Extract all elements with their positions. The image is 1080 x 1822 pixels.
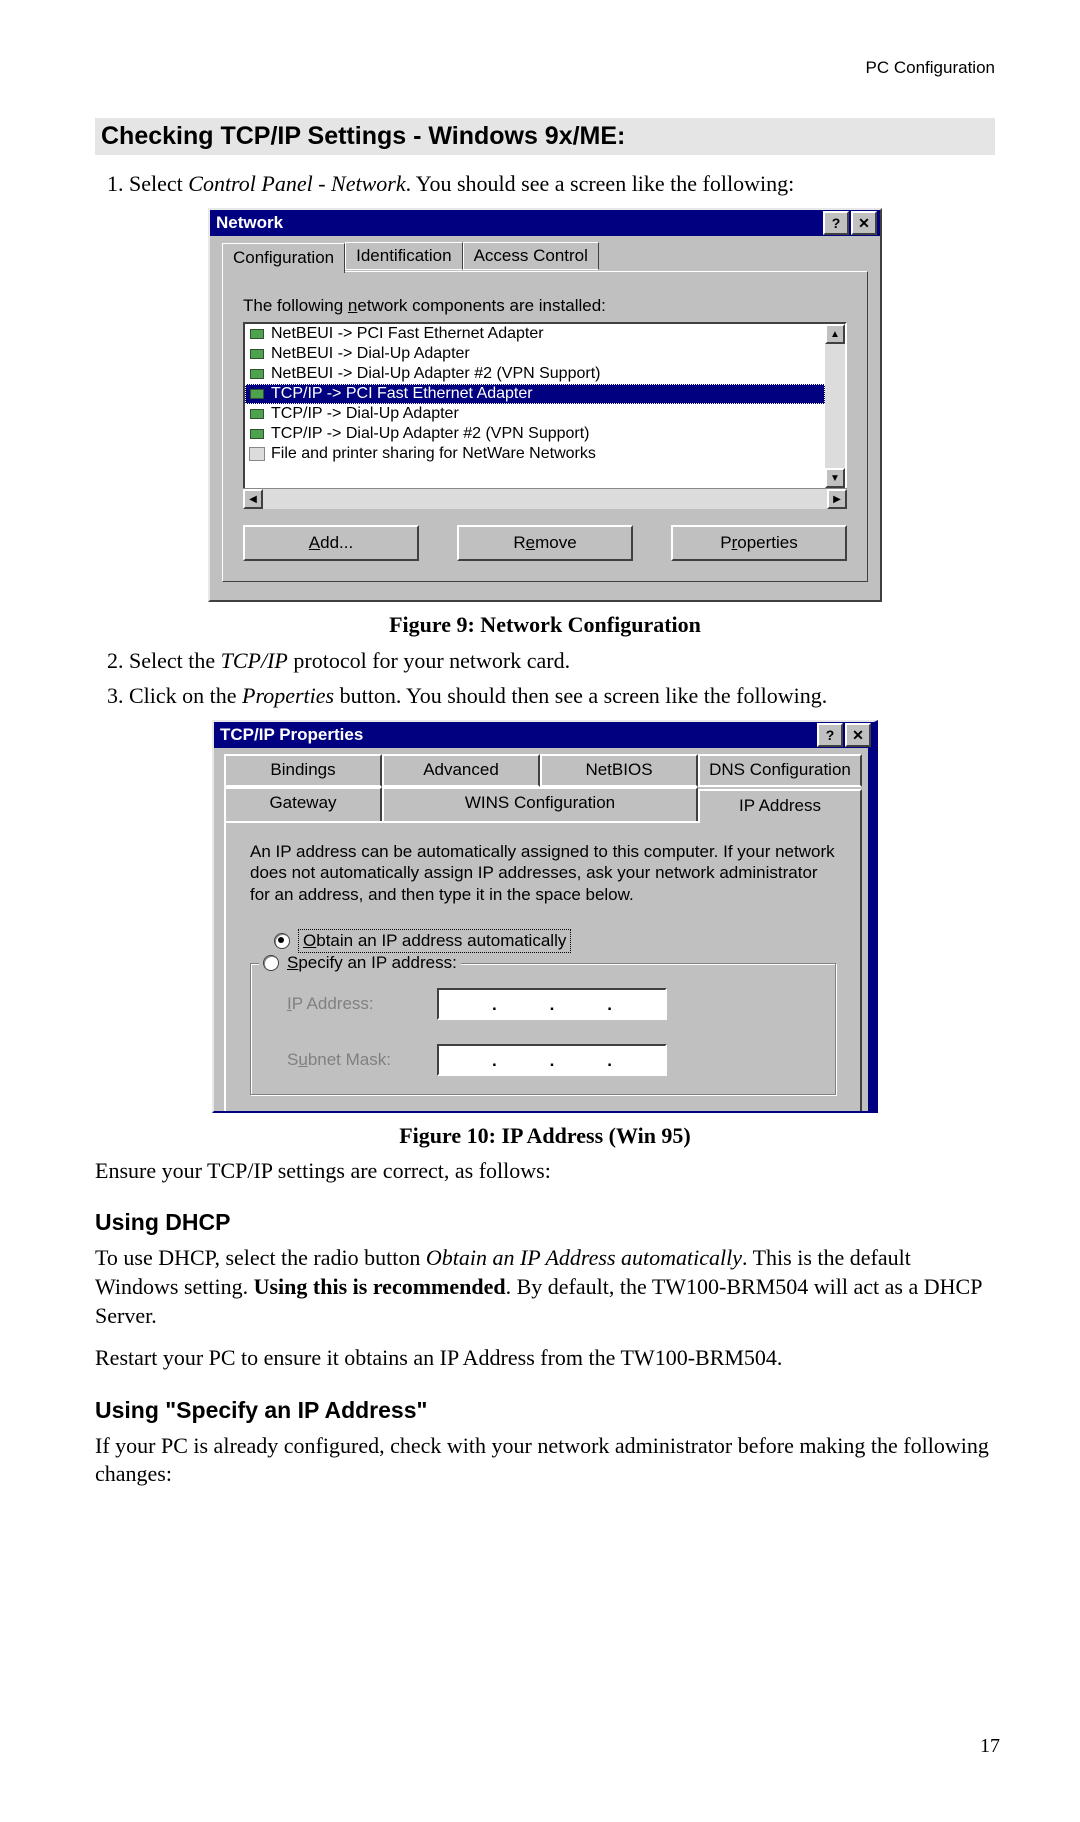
scroll-down-button[interactable]: ▼	[825, 468, 845, 488]
step-3-text-pre: Click on the	[129, 683, 242, 708]
ensure-text: Ensure your TCP/IP settings are correct,…	[95, 1157, 995, 1186]
file-share-icon	[249, 447, 267, 461]
tab-bindings[interactable]: Bindings	[224, 754, 382, 787]
tcpip-title: TCP/IP Properties	[220, 725, 363, 745]
list-item[interactable]: NetBEUI -> Dial-Up Adapter	[245, 344, 825, 364]
step-2: Select the TCP/IP protocol for your netw…	[129, 646, 995, 675]
tab-advanced[interactable]: Advanced	[382, 754, 540, 787]
protocol-icon	[249, 327, 267, 341]
tcpip-tabs: Bindings Advanced NetBIOS DNS Configurat…	[224, 754, 862, 821]
tab-wins-configuration[interactable]: WINS Configuration	[382, 787, 698, 821]
numbered-steps-cont: Select the TCP/IP protocol for your netw…	[95, 646, 995, 710]
tab-dns-configuration[interactable]: DNS Configuration	[698, 754, 862, 787]
network-tabs: Configuration Identification Access Cont…	[222, 244, 868, 272]
list-item[interactable]: File and printer sharing for NetWare Net…	[245, 444, 825, 464]
radio-label-obtain: Obtain an IP address automatically	[298, 929, 571, 953]
list-item[interactable]: NetBEUI -> PCI Fast Ethernet Adapter	[245, 324, 825, 344]
tab-gateway[interactable]: Gateway	[224, 787, 382, 821]
component-list-wrap: NetBEUI -> PCI Fast Ethernet Adapter Net…	[243, 322, 847, 509]
config-tab-panel: The following network components are ins…	[222, 271, 868, 582]
protocol-icon	[249, 407, 267, 421]
scroll-up-button[interactable]: ▲	[825, 324, 845, 344]
step-1-text-post: . You should see a screen like the follo…	[406, 171, 795, 196]
protocol-icon	[249, 427, 267, 441]
help-button[interactable]: ?	[817, 723, 843, 747]
step-3: Click on the Properties button. You shou…	[129, 681, 995, 710]
numbered-steps: Select Control Panel - Network. You shou…	[95, 169, 995, 198]
ip-description: An IP address can be automatically assig…	[250, 841, 836, 905]
ip-address-row: IP Address: ...	[287, 988, 815, 1020]
step-2-italic: TCP/IP	[221, 648, 288, 673]
tab-netbios[interactable]: NetBIOS	[540, 754, 698, 787]
add-button[interactable]: Add...	[243, 525, 419, 561]
ip-address-input[interactable]: ...	[437, 988, 667, 1020]
subnet-mask-label: Subnet Mask:	[287, 1050, 437, 1070]
subnet-mask-row: Subnet Mask: ...	[287, 1044, 815, 1076]
network-titlebar: Network ? ✕	[210, 210, 880, 236]
section-title: Checking TCP/IP Settings - Windows 9x/ME…	[95, 118, 995, 155]
radio-icon-selected	[274, 933, 290, 949]
components-label: The following network components are ins…	[243, 296, 847, 316]
vertical-scrollbar[interactable]: ▲ ▼	[825, 324, 845, 488]
figure-10-caption: Figure 10: IP Address (Win 95)	[95, 1123, 995, 1149]
step-3-text-post: button. You should then see a screen lik…	[334, 683, 827, 708]
dhcp-restart: Restart your PC to ensure it obtains an …	[95, 1344, 995, 1373]
subnet-mask-input[interactable]: ...	[437, 1044, 667, 1076]
using-specify-title: Using "Specify an IP Address"	[95, 1397, 995, 1424]
protocol-icon	[249, 387, 267, 401]
step-1-italic: Control Panel - Network	[188, 171, 405, 196]
tab-access-control[interactable]: Access Control	[463, 242, 599, 270]
page-number: 17	[980, 1735, 1000, 1758]
radio-icon-unselected	[263, 955, 279, 971]
step-1: Select Control Panel - Network. You shou…	[129, 169, 995, 198]
running-header: PC Configuration	[95, 58, 995, 78]
step-1-text-pre: Select	[129, 171, 188, 196]
horizontal-scrollbar[interactable]: ◀ ▶	[243, 488, 847, 509]
figure-9-caption: Figure 9: Network Configuration	[95, 612, 995, 638]
list-item[interactable]: NetBEUI -> Dial-Up Adapter #2 (VPN Suppo…	[245, 364, 825, 384]
tab-configuration[interactable]: Configuration	[222, 243, 345, 273]
radio-label-specify: Specify an IP address:	[287, 953, 457, 973]
network-dialog: Network ? ✕ Configuration Identification…	[208, 208, 882, 602]
radio-specify[interactable]: Specify an IP address:	[259, 953, 461, 973]
tcpip-properties-dialog: TCP/IP Properties ? ✕ Bindings Advanced …	[212, 720, 878, 1113]
specify-group: Specify an IP address: IP Address: ... S…	[250, 963, 836, 1095]
remove-button[interactable]: Remove	[457, 525, 633, 561]
dhcp-paragraph: To use DHCP, select the radio button Obt…	[95, 1244, 995, 1330]
step-2-text-pre: Select the	[129, 648, 221, 673]
scroll-left-button[interactable]: ◀	[243, 489, 263, 509]
list-item[interactable]: TCP/IP -> Dial-Up Adapter #2 (VPN Suppor…	[245, 424, 825, 444]
scroll-right-button[interactable]: ▶	[827, 489, 847, 509]
protocol-icon	[249, 367, 267, 381]
close-button[interactable]: ✕	[845, 723, 871, 747]
help-button[interactable]: ?	[823, 211, 849, 235]
component-list[interactable]: NetBEUI -> PCI Fast Ethernet Adapter Net…	[245, 324, 825, 488]
using-dhcp-title: Using DHCP	[95, 1209, 995, 1236]
list-item-selected[interactable]: TCP/IP -> PCI Fast Ethernet Adapter	[245, 384, 825, 404]
network-title: Network	[216, 213, 283, 233]
step-3-italic: Properties	[242, 683, 334, 708]
properties-button[interactable]: Properties	[671, 525, 847, 561]
tab-identification[interactable]: Identification	[345, 242, 462, 270]
specify-paragraph: If your PC is already configured, check …	[95, 1432, 995, 1489]
list-item[interactable]: TCP/IP -> Dial-Up Adapter	[245, 404, 825, 424]
close-button[interactable]: ✕	[851, 211, 877, 235]
ip-address-panel: An IP address can be automatically assig…	[224, 821, 862, 1111]
radio-obtain-auto[interactable]: Obtain an IP address automatically	[274, 929, 836, 953]
step-2-text-post: protocol for your network card.	[288, 648, 570, 673]
ip-address-label: IP Address:	[287, 994, 437, 1014]
tcpip-titlebar: TCP/IP Properties ? ✕	[214, 722, 874, 748]
protocol-icon	[249, 347, 267, 361]
tab-ip-address[interactable]: IP Address	[698, 789, 862, 823]
